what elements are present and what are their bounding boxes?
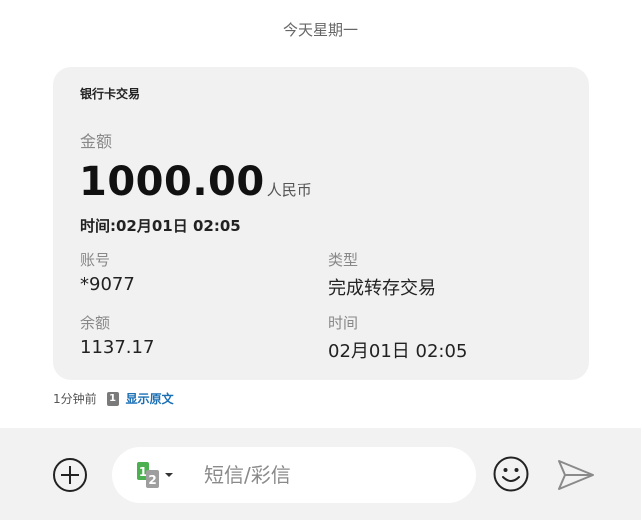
day-header: 今天星期一 [282, 21, 358, 39]
message-input[interactable] [204, 447, 464, 503]
send-icon[interactable] [556, 458, 596, 492]
sim2-label: 2 [148, 473, 156, 487]
message-card[interactable]: 银行卡交易 金额 1000.00 人民币 时间:02月01日 02:05 账号 *… [53, 67, 589, 380]
type-label: 类型 [328, 251, 359, 269]
account-value: *9077 [80, 274, 135, 295]
card-title: 银行卡交易 [80, 87, 141, 101]
type-value: 完成转存交易 [328, 278, 436, 299]
amount-label: 金额 [80, 132, 113, 151]
amount-value: 1000.00 [79, 159, 265, 205]
time-value: 02月01日 02:05 [328, 341, 468, 362]
sim1-label: 1 [139, 465, 147, 479]
sim-badge-icon: 1 [106, 391, 119, 406]
time-label: 时间 [328, 314, 359, 332]
message-meta: 1分钟前 1 显示原文 [53, 390, 174, 407]
account-label: 账号 [80, 251, 111, 269]
amount-currency: 人民币 [266, 181, 312, 199]
add-icon[interactable] [52, 457, 88, 493]
chevron-down-icon [165, 473, 173, 477]
time-ago: 1分钟前 [53, 392, 97, 406]
show-original-link[interactable]: 显示原文 [126, 390, 174, 407]
balance-label: 余额 [80, 314, 111, 332]
transaction-time: 时间:02月01日 02:05 [80, 217, 241, 235]
sim-select-icon[interactable]: 1 2 [136, 460, 188, 490]
composer-bar: 1 2 [0, 428, 641, 520]
balance-value: 1137.17 [80, 337, 155, 358]
amount-row: 1000.00 人民币 [79, 159, 312, 205]
emoji-icon[interactable] [492, 455, 530, 493]
message-input-container: 1 2 [112, 447, 476, 503]
